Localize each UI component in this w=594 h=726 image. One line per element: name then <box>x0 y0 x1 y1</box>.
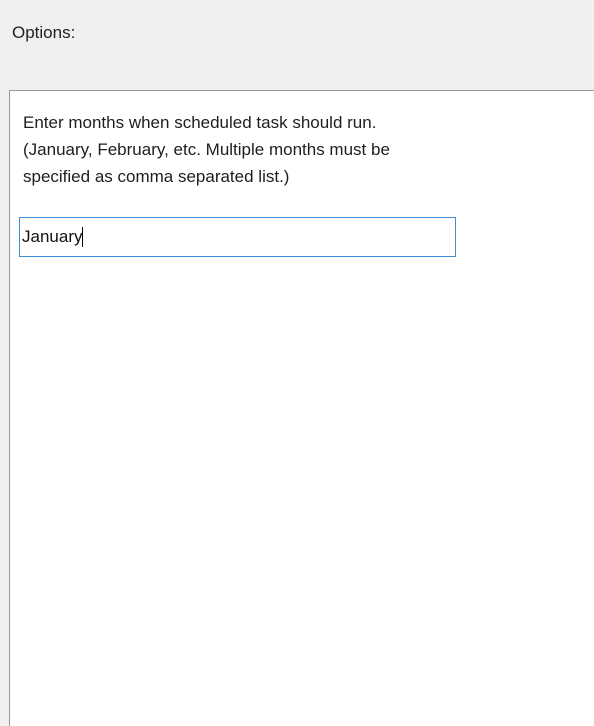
options-panel: Enter months when scheduled task should … <box>9 90 594 726</box>
months-input-value: January <box>22 227 83 246</box>
instructions-text: Enter months when scheduled task should … <box>23 109 563 190</box>
text-caret <box>82 226 84 247</box>
options-header: Options: <box>0 0 594 90</box>
months-input[interactable]: January <box>19 217 456 257</box>
instructions-line-2: (January, February, etc. Multiple months… <box>23 140 390 159</box>
options-label: Options: <box>12 23 76 42</box>
instructions-line-1: Enter months when scheduled task should … <box>23 113 377 132</box>
instructions-line-3: specified as comma separated list.) <box>23 167 290 186</box>
